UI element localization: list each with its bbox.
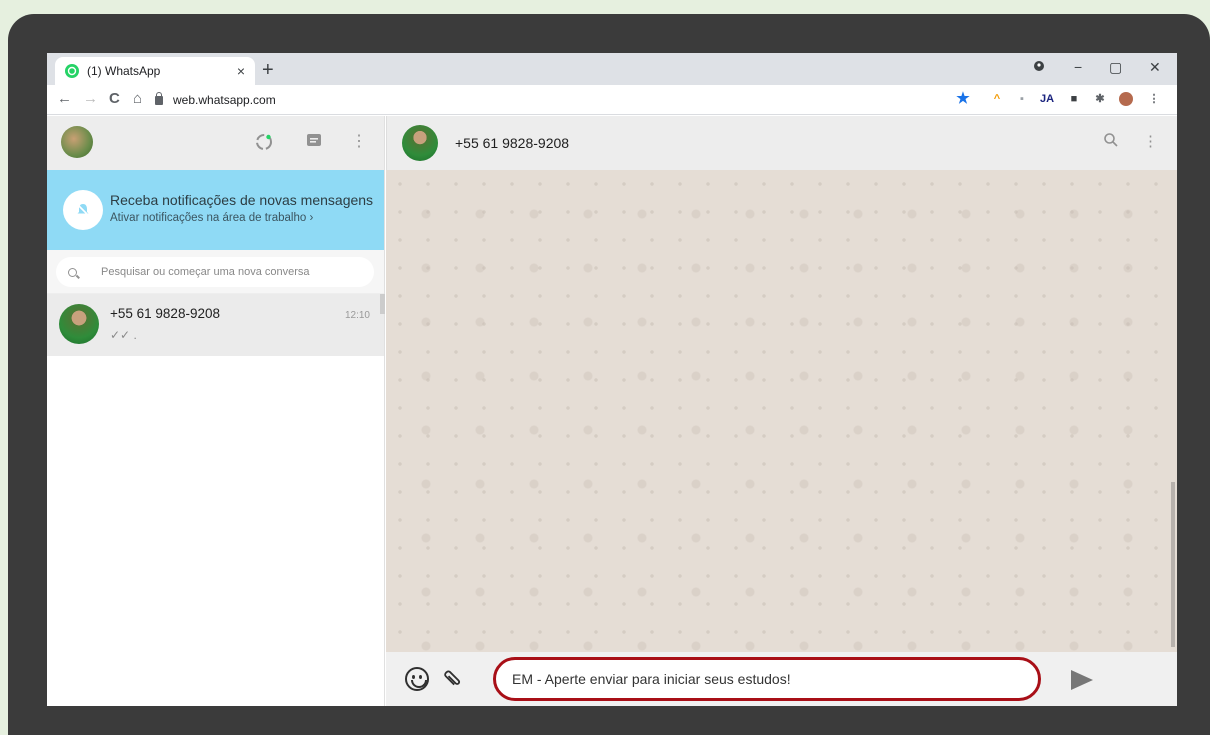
minimize-button[interactable]: − <box>1074 59 1082 75</box>
sidebar: ⋮ Receba notificações de novas mensagens… <box>47 116 385 706</box>
extension-chat-icon[interactable]: ▪ <box>1015 92 1029 106</box>
browser-menu-icon[interactable]: ⋮ <box>1147 92 1161 106</box>
new-chat-icon[interactable] <box>304 132 324 152</box>
url-text: web.whatsapp.com <box>173 93 276 107</box>
tab-close-icon[interactable]: × <box>237 63 245 79</box>
reload-button[interactable]: C <box>109 90 120 107</box>
conversation-header: +55 61 9828-9208 ⋮ <box>386 116 1177 170</box>
bell-off-icon <box>63 190 103 230</box>
emoji-icon[interactable] <box>405 667 429 691</box>
status-icon[interactable] <box>254 132 274 152</box>
search-messages-icon[interactable] <box>1103 132 1119 152</box>
whatsapp-app: ⋮ Receba notificações de novas mensagens… <box>47 116 1177 706</box>
extension-ja-icon[interactable]: JA <box>1040 92 1054 106</box>
my-avatar[interactable] <box>61 126 93 158</box>
sidebar-scrollbar[interactable] <box>380 294 385 314</box>
chat-name: +55 61 9828-9208 <box>110 306 220 321</box>
new-tab-button[interactable]: + <box>262 59 274 82</box>
attach-clip-icon[interactable] <box>441 663 474 696</box>
home-button[interactable]: ⌂ <box>133 90 142 107</box>
whatsapp-favicon-icon <box>65 64 79 78</box>
search-icon <box>68 267 77 277</box>
search-input[interactable]: Pesquisar ou começar uma nova conversa <box>56 257 374 287</box>
browser-toolbar: ← → C ⌂ web.whatsapp.com ★ ^ ▪ JA ■ ✱ ⋮ <box>47 85 1177 115</box>
notification-link[interactable]: Ativar notificações na área de trabalho … <box>110 212 313 224</box>
tab-strip: (1) WhatsApp × + − ▢ ✕ <box>47 53 1177 85</box>
chat-time: 12:10 <box>344 310 370 321</box>
profile-dot-icon[interactable] <box>1033 59 1045 75</box>
tab-whatsapp[interactable]: (1) WhatsApp × <box>55 57 255 85</box>
chat-list-item[interactable]: +55 61 9828-9208 12:10 ✓✓ . <box>47 294 384 356</box>
search-placeholder: Pesquisar ou começar uma nova conversa <box>101 266 310 278</box>
lock-icon <box>155 91 163 105</box>
tab-title: (1) WhatsApp <box>87 64 161 78</box>
extensions-puzzle-icon[interactable]: ✱ <box>1093 92 1107 106</box>
restore-button[interactable]: ▢ <box>1109 59 1122 76</box>
conversation-panel: +55 61 9828-9208 ⋮ EM - Aperte enviar pa… <box>386 116 1177 706</box>
search-container: Pesquisar ou começar uma nova conversa <box>47 250 384 294</box>
sidebar-header: ⋮ <box>47 116 384 170</box>
address-bar[interactable]: web.whatsapp.com <box>155 88 955 112</box>
send-icon[interactable] <box>1071 670 1093 690</box>
message-area <box>386 170 1177 652</box>
contact-avatar[interactable] <box>402 125 438 161</box>
bookmark-star-icon[interactable]: ★ <box>956 91 970 106</box>
message-input[interactable]: EM - Aperte enviar para iniciar seus est… <box>493 657 1041 701</box>
profile-avatar[interactable] <box>1119 92 1133 106</box>
message-input-text: EM - Aperte enviar para iniciar seus est… <box>512 671 791 687</box>
forward-button[interactable]: → <box>83 90 98 107</box>
browser-window: (1) WhatsApp × + − ▢ ✕ ← → C ⌂ web.whats… <box>47 53 1177 706</box>
composer: EM - Aperte enviar para iniciar seus est… <box>386 652 1177 706</box>
extension-arrow-icon[interactable]: ^ <box>990 92 1004 106</box>
extension-window-icon[interactable]: ■ <box>1067 92 1081 106</box>
close-window-button[interactable]: ✕ <box>1149 59 1161 76</box>
back-button[interactable]: ← <box>57 90 72 107</box>
notification-banner[interactable]: Receba notificações de novas mensagens A… <box>47 170 384 250</box>
chat-preview: ✓✓ . <box>110 328 137 342</box>
conversation-menu-icon[interactable]: ⋮ <box>1143 132 1158 150</box>
notification-title: Receba notificações de novas mensagens <box>110 192 374 208</box>
messages-scrollbar[interactable] <box>1171 482 1175 647</box>
sidebar-menu-icon[interactable]: ⋮ <box>349 132 369 152</box>
contact-name[interactable]: +55 61 9828-9208 <box>455 135 569 151</box>
chat-avatar <box>59 304 99 344</box>
